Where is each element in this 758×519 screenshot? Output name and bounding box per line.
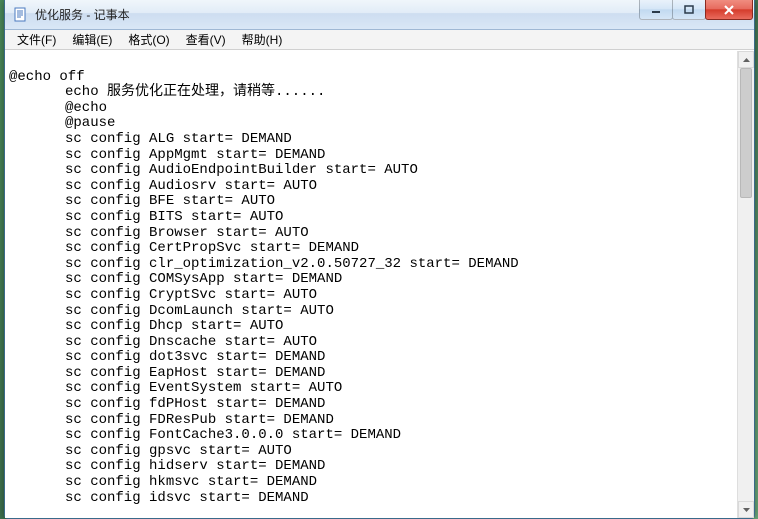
- menubar: 文件(F) 编辑(E) 格式(O) 查看(V) 帮助(H): [5, 30, 754, 50]
- text-line: sc config Dhcp start= AUTO: [9, 319, 750, 335]
- text-line: sc config DcomLaunch start= AUTO: [9, 304, 750, 320]
- app-icon: [13, 7, 29, 23]
- text-line: sc config CryptSvc start= AUTO: [9, 288, 750, 304]
- text-line: sc config Audiosrv start= AUTO: [9, 179, 750, 195]
- vertical-scrollbar[interactable]: [737, 51, 754, 518]
- scroll-down-button[interactable]: [738, 501, 754, 518]
- text-line: sc config hkmsvc start= DEMAND: [9, 475, 750, 491]
- text-line: sc config clr_optimization_v2.0.50727_32…: [9, 257, 750, 273]
- minimize-icon: [651, 5, 661, 15]
- text-line: sc config BFE start= AUTO: [9, 194, 750, 210]
- menu-format[interactable]: 格式(O): [120, 30, 177, 49]
- text-line: sc config idsvc start= DEMAND: [9, 491, 750, 507]
- text-line: sc config Browser start= AUTO: [9, 226, 750, 242]
- text-line: sc config COMSysApp start= DEMAND: [9, 272, 750, 288]
- text-line: sc config FontCache3.0.0.0 start= DEMAND: [9, 428, 750, 444]
- menu-help[interactable]: 帮助(H): [234, 30, 291, 49]
- text-line: sc config AppMgmt start= DEMAND: [9, 148, 750, 164]
- maximize-button[interactable]: [672, 0, 706, 20]
- chevron-down-icon: [743, 508, 750, 512]
- text-line: sc config EventSystem start= AUTO: [9, 381, 750, 397]
- text-line: sc config Dnscache start= AUTO: [9, 335, 750, 351]
- text-line: sc config dot3svc start= DEMAND: [9, 350, 750, 366]
- text-line: @pause: [9, 116, 750, 132]
- text-content[interactable]: @echo offecho 服务优化正在处理，请稍等......@echo@pa…: [5, 51, 754, 518]
- text-line: sc config fdPHost start= DEMAND: [9, 397, 750, 413]
- text-line: sc config CertPropSvc start= DEMAND: [9, 241, 750, 257]
- text-line: sc config EapHost start= DEMAND: [9, 366, 750, 382]
- scroll-up-button[interactable]: [738, 51, 754, 68]
- window-title: 优化服务 - 记事本: [35, 6, 640, 23]
- scroll-thumb[interactable]: [740, 68, 752, 198]
- scroll-track[interactable]: [738, 68, 754, 501]
- close-button[interactable]: [705, 0, 753, 20]
- minimize-button[interactable]: [639, 0, 673, 20]
- notepad-window: 优化服务 - 记事本 文件(F) 编辑(E) 格式(O) 查看(V) 帮助(H)…: [4, 0, 755, 519]
- text-line: sc config gpsvc start= AUTO: [9, 444, 750, 460]
- text-line: sc config BITS start= AUTO: [9, 210, 750, 226]
- text-line: sc config FDResPub start= DEMAND: [9, 413, 750, 429]
- text-line: sc config AudioEndpointBuilder start= AU…: [9, 163, 750, 179]
- text-line: @echo off: [9, 70, 750, 86]
- close-icon: [723, 5, 735, 15]
- menu-file[interactable]: 文件(F): [9, 30, 64, 49]
- chevron-up-icon: [743, 58, 750, 62]
- editor-area: @echo offecho 服务优化正在处理，请稍等......@echo@pa…: [5, 50, 754, 518]
- menu-view[interactable]: 查看(V): [178, 30, 234, 49]
- window-controls: [640, 0, 753, 29]
- text-line: @echo: [9, 101, 750, 117]
- maximize-icon: [684, 5, 694, 15]
- menu-edit[interactable]: 编辑(E): [64, 30, 120, 49]
- text-line: sc config ALG start= DEMAND: [9, 132, 750, 148]
- titlebar[interactable]: 优化服务 - 记事本: [5, 0, 754, 30]
- text-line: echo 服务优化正在处理，请稍等......: [9, 85, 750, 101]
- text-line: sc config hidserv start= DEMAND: [9, 459, 750, 475]
